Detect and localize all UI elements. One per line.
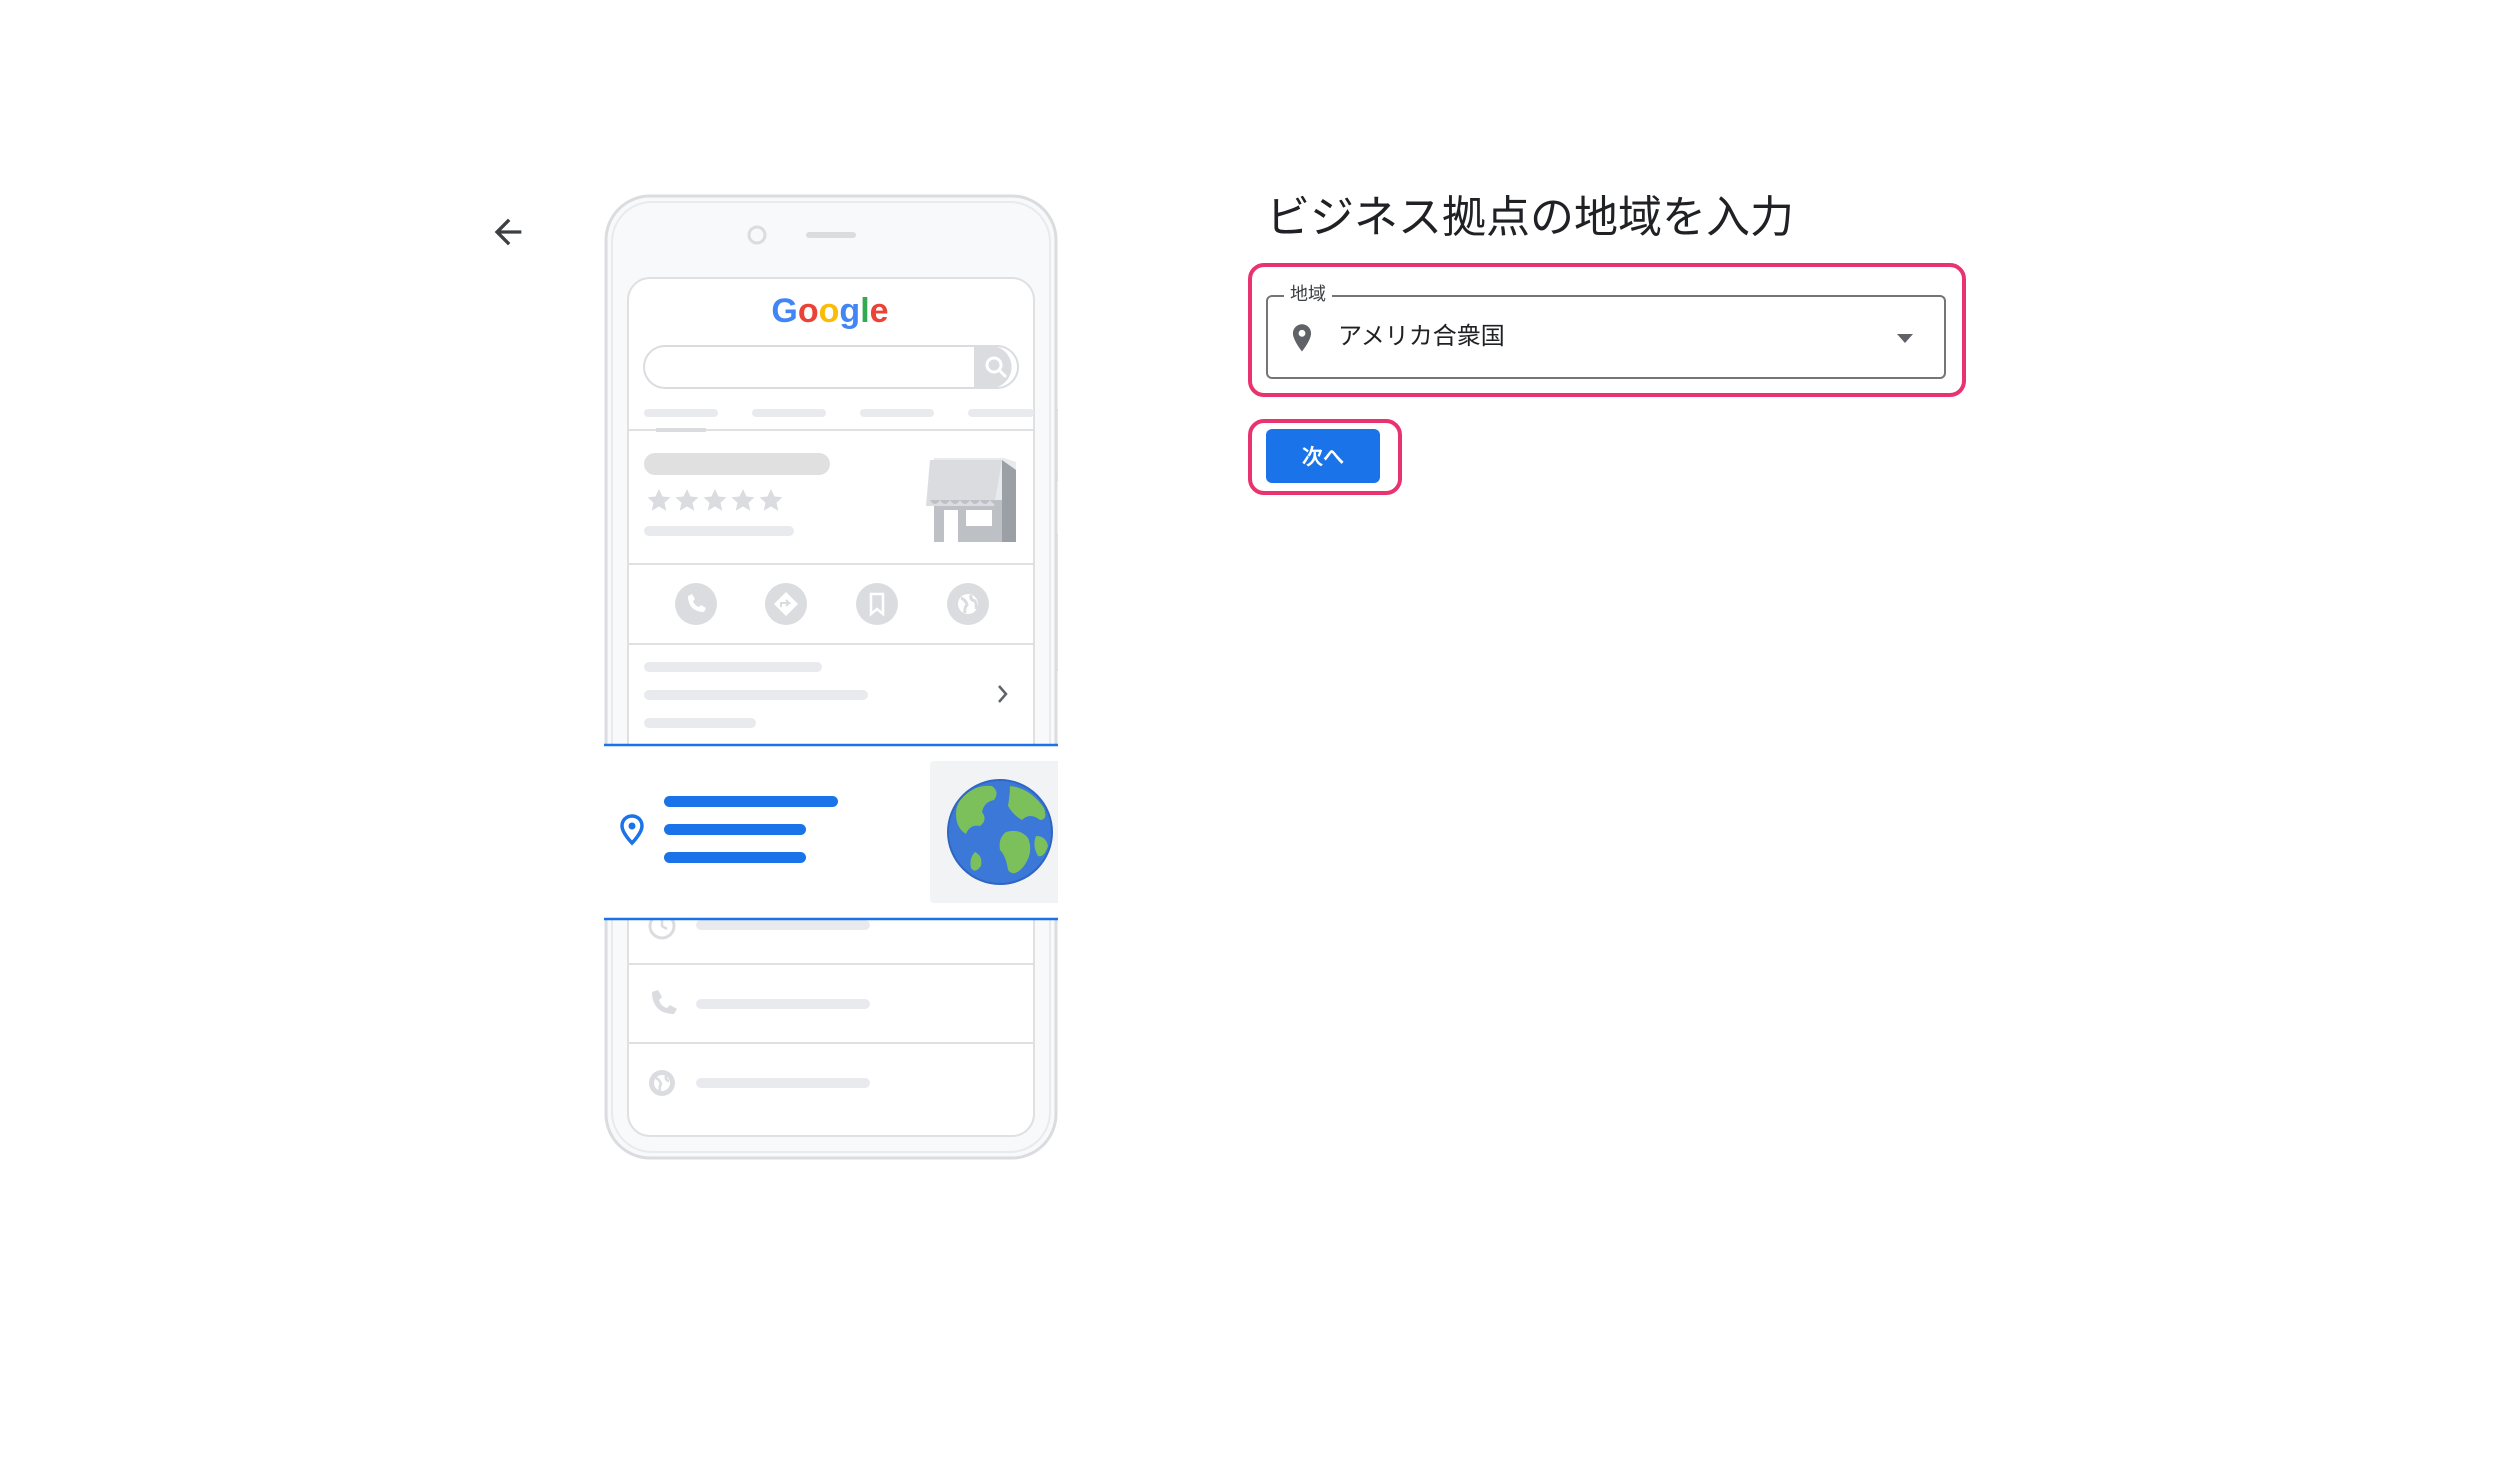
google-logo: Google	[771, 292, 888, 330]
arrow-back-icon	[494, 218, 522, 246]
region-value: アメリカ合衆国	[1338, 322, 1505, 350]
back-button[interactable]	[488, 212, 528, 252]
globe-icon	[947, 779, 1053, 885]
dropdown-caret-icon[interactable]	[1896, 330, 1914, 343]
next-button[interactable]: 次へ	[1266, 429, 1380, 483]
phone-illustration: Google	[604, 194, 1058, 1160]
address-card	[604, 743, 1058, 921]
location-pin-icon	[1288, 322, 1316, 356]
region-field-label: 地域	[1284, 281, 1332, 309]
store-icon	[926, 458, 1016, 542]
page-title: ビジネス拠点の地域を入力	[1266, 192, 1794, 243]
